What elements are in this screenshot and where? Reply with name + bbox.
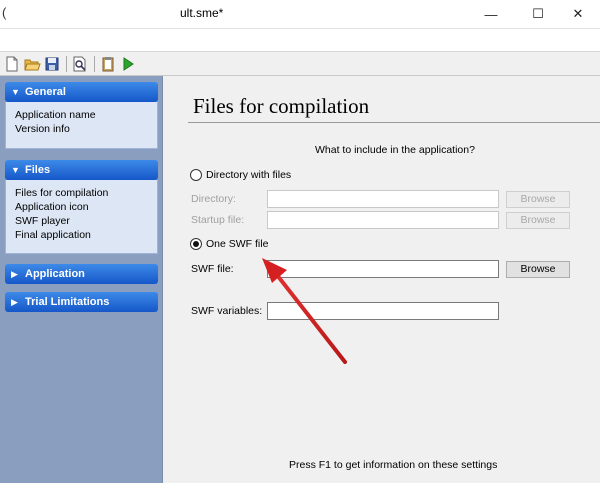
menu-bar bbox=[0, 28, 600, 52]
chevron-down-icon: ▼ bbox=[11, 165, 20, 175]
help-hint: Press F1 to get information on these set… bbox=[289, 459, 498, 471]
startup-file-browse-button[interactable]: Browse bbox=[506, 212, 570, 229]
swf-file-label: SWF file: bbox=[191, 263, 234, 275]
sidebar-section-files[interactable]: ▼ Files bbox=[5, 160, 158, 180]
sidebar-section-general[interactable]: ▼ General bbox=[5, 82, 158, 102]
swf-file-input[interactable] bbox=[267, 260, 499, 278]
radio-one-swf-file[interactable]: One SWF file bbox=[190, 238, 268, 250]
sidebar-section-general-body: Application name Version info bbox=[5, 102, 158, 149]
maximize-icon: ☐ bbox=[532, 6, 544, 21]
minimize-icon: — bbox=[484, 6, 498, 22]
sidebar-section-files-body: Files for compilation Application icon S… bbox=[5, 180, 158, 254]
sidebar-section-trial-limitations[interactable]: ▶ Trial Limitations bbox=[5, 292, 158, 312]
directory-browse-button[interactable]: Browse bbox=[506, 191, 570, 208]
radio-label: Directory with files bbox=[206, 169, 292, 181]
chevron-down-icon: ▼ bbox=[11, 87, 20, 97]
sidebar-section-label: Application bbox=[25, 268, 85, 280]
maximize-button[interactable]: ☐ bbox=[516, 0, 560, 28]
radio-label: One SWF file bbox=[206, 238, 269, 250]
open-folder-icon[interactable] bbox=[23, 55, 41, 73]
sidebar-item-swf-player[interactable]: SWF player bbox=[15, 214, 157, 228]
main-panel: Files for compilation What to include in… bbox=[163, 76, 600, 483]
clipboard-icon[interactable] bbox=[99, 55, 117, 73]
directory-label: Directory: bbox=[191, 193, 236, 205]
page-title: Files for compilation bbox=[193, 94, 370, 118]
toolbar bbox=[0, 52, 600, 76]
save-icon[interactable] bbox=[43, 55, 61, 73]
sidebar-item-files-for-compilation[interactable]: Files for compilation bbox=[15, 186, 157, 200]
close-icon: ✕ bbox=[572, 6, 584, 21]
run-icon[interactable] bbox=[119, 55, 137, 73]
app-icon: ( bbox=[2, 5, 7, 20]
sidebar-section-label: General bbox=[25, 86, 66, 98]
preview-icon[interactable] bbox=[71, 55, 89, 73]
close-button[interactable]: ✕ bbox=[556, 0, 600, 28]
sidebar-section-application[interactable]: ▶ Application bbox=[5, 264, 158, 284]
chevron-right-icon: ▶ bbox=[11, 296, 18, 307]
swf-file-browse-button[interactable]: Browse bbox=[506, 261, 570, 278]
radio-button-checked[interactable] bbox=[190, 238, 202, 250]
startup-file-input[interactable] bbox=[267, 211, 499, 229]
include-question: What to include in the application? bbox=[315, 144, 475, 156]
startup-file-label: Startup file: bbox=[191, 214, 245, 226]
sidebar-section-label: Files bbox=[25, 164, 51, 176]
swf-variables-label: SWF variables: bbox=[191, 305, 263, 317]
radio-directory-with-files[interactable]: Directory with files bbox=[190, 169, 291, 181]
toolbar-separator bbox=[94, 56, 95, 72]
directory-input[interactable] bbox=[267, 190, 499, 208]
new-file-icon[interactable] bbox=[3, 55, 21, 73]
minimize-button[interactable]: — bbox=[469, 0, 513, 28]
radio-button-unchecked[interactable] bbox=[190, 169, 202, 181]
sidebar-item-version-info[interactable]: Version info bbox=[15, 122, 157, 136]
sidebar: ▼ General Application name Version info … bbox=[0, 76, 163, 483]
toolbar-separator bbox=[66, 56, 67, 72]
sidebar-item-application-name[interactable]: Application name bbox=[15, 108, 157, 122]
sidebar-section-label: Trial Limitations bbox=[25, 296, 110, 308]
title-divider bbox=[188, 122, 600, 123]
swf-variables-input[interactable] bbox=[267, 302, 499, 320]
sidebar-item-final-application[interactable]: Final application bbox=[15, 228, 157, 242]
chevron-right-icon: ▶ bbox=[11, 268, 18, 279]
window-title: ult.sme* bbox=[180, 6, 224, 20]
title-bar: ( ult.sme* — ☐ ✕ bbox=[0, 0, 600, 28]
sidebar-item-application-icon[interactable]: Application icon bbox=[15, 200, 157, 214]
